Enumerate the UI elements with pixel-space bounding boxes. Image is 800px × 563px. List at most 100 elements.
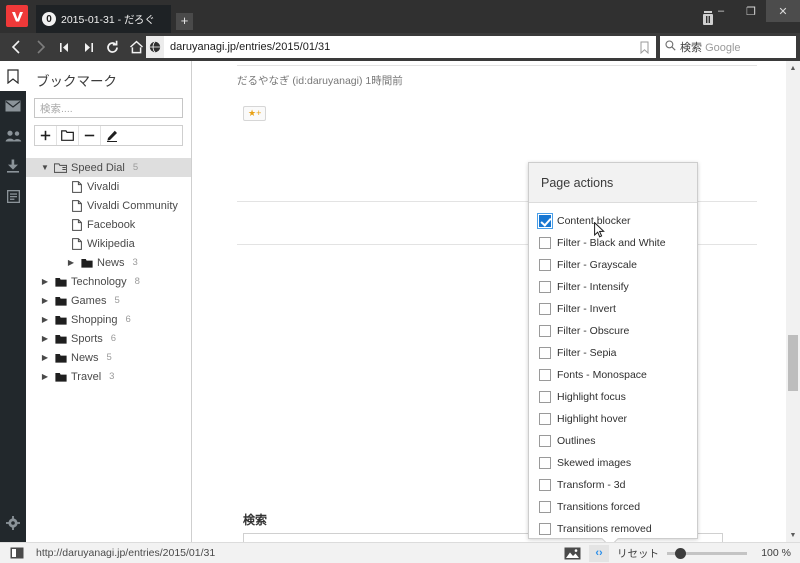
page-action-item[interactable]: Content blocker xyxy=(529,210,697,232)
checkbox[interactable] xyxy=(539,413,551,425)
minimize-button[interactable]: – xyxy=(706,0,736,22)
bookmark-label: Vivaldi xyxy=(87,180,120,193)
zoom-slider-thumb[interactable] xyxy=(675,547,686,559)
maximize-button[interactable]: ❐ xyxy=(736,0,766,22)
page-action-item[interactable]: Skewed images xyxy=(529,452,697,474)
downloads-panel-icon[interactable] xyxy=(0,151,26,181)
zoom-reset-button[interactable]: リセット xyxy=(617,546,659,561)
fastforward-button[interactable] xyxy=(76,33,100,61)
forward-button[interactable] xyxy=(28,33,52,61)
checkbox[interactable] xyxy=(539,479,551,491)
bookmark-count: 5 xyxy=(114,295,120,306)
page-action-item[interactable]: Fonts - Monospace xyxy=(529,364,697,386)
bookmark-folder[interactable]: ▶ Shopping 6 xyxy=(26,310,191,329)
back-button[interactable] xyxy=(4,33,28,61)
add-bookmark-button[interactable] xyxy=(35,126,57,145)
edit-bookmark-button[interactable] xyxy=(101,126,123,145)
bookmark-item[interactable]: Vivaldi Community xyxy=(26,196,191,215)
image-toggle-icon[interactable] xyxy=(564,546,581,560)
scroll-up-icon[interactable]: ▲ xyxy=(786,61,800,75)
page-action-item[interactable]: Filter - Intensify xyxy=(529,276,697,298)
vivaldi-browser-window: 0 2015-01-31 - だろぐ + – ❐ ✕ daruyanagi.jp… xyxy=(0,0,800,563)
page-action-item[interactable]: Filter - Obscure xyxy=(529,320,697,342)
chevron-right-icon[interactable]: ▶ xyxy=(66,258,76,267)
notes-panel-icon[interactable] xyxy=(0,181,26,211)
close-button[interactable]: ✕ xyxy=(766,0,800,22)
remove-bookmark-button[interactable] xyxy=(79,126,101,145)
chevron-right-icon[interactable]: ▶ xyxy=(40,353,50,362)
bookmark-folder[interactable]: ▶ News 3 xyxy=(26,253,191,272)
chevron-down-icon[interactable]: ▼ xyxy=(40,163,50,172)
checkbox[interactable] xyxy=(537,213,553,229)
scroll-down-icon[interactable]: ▼ xyxy=(786,528,800,542)
bookmark-toolbar xyxy=(34,125,183,146)
page-action-item[interactable]: Transitions forced xyxy=(529,496,697,518)
page-action-item[interactable]: Highlight hover xyxy=(529,408,697,430)
bookmark-folder[interactable]: ▶ Sports 6 xyxy=(26,329,191,348)
checkbox[interactable] xyxy=(539,325,551,337)
bookmark-item[interactable]: Wikipedia xyxy=(26,234,191,253)
chevron-right-icon[interactable]: ▶ xyxy=(40,296,50,305)
chevron-right-icon[interactable]: ▶ xyxy=(40,372,50,381)
reload-button[interactable] xyxy=(100,33,124,61)
bookmark-folder[interactable]: ▶ Technology 8 xyxy=(26,272,191,291)
star-button[interactable]: ★+ xyxy=(243,106,267,121)
checkbox[interactable] xyxy=(539,303,551,315)
page-action-item[interactable]: Outlines xyxy=(529,430,697,452)
home-button[interactable] xyxy=(124,33,148,61)
vertical-scrollbar[interactable]: ▲ ▼ xyxy=(786,61,800,542)
status-bar: http://daruyanagi.jp/entries/2015/01/31 … xyxy=(0,542,800,563)
window-controls: – ❐ ✕ xyxy=(706,0,800,22)
page-actions-button[interactable]: ‹› xyxy=(589,544,609,562)
checkbox[interactable] xyxy=(539,259,551,271)
checkbox[interactable] xyxy=(539,369,551,381)
page-action-item[interactable]: Filter - Black and White xyxy=(529,232,697,254)
search-bar[interactable]: 検索 Google xyxy=(660,36,796,58)
checkbox[interactable] xyxy=(539,435,551,447)
bookmark-search-input[interactable]: 検索.... xyxy=(34,98,183,118)
bookmark-folder[interactable]: ▼ Speed Dial 5 xyxy=(26,158,191,177)
panel-toggle-icon[interactable] xyxy=(10,547,24,559)
checkbox[interactable] xyxy=(539,391,551,403)
bookmark-count: 6 xyxy=(110,333,117,344)
page-action-item[interactable]: Filter - Sepia xyxy=(529,342,697,364)
page-action-label: Filter - Obscure xyxy=(557,325,630,337)
zoom-slider[interactable] xyxy=(667,547,747,559)
page-action-item[interactable]: Filter - Grayscale xyxy=(529,254,697,276)
page-action-item[interactable]: Transform - 3d xyxy=(529,474,697,496)
scrollbar-thumb[interactable] xyxy=(788,335,798,391)
new-folder-button[interactable] xyxy=(57,126,79,145)
bookmark-item[interactable]: Vivaldi xyxy=(26,177,191,196)
chevron-right-icon[interactable]: ▶ xyxy=(40,315,50,324)
folder-icon xyxy=(54,353,67,363)
checkbox[interactable] xyxy=(539,347,551,359)
mail-panel-icon[interactable] xyxy=(0,91,26,121)
page-action-item[interactable]: Filter - Invert xyxy=(529,298,697,320)
vivaldi-logo[interactable] xyxy=(6,5,28,27)
checkbox[interactable] xyxy=(539,237,551,249)
gear-icon[interactable] xyxy=(0,510,26,536)
bookmark-item[interactable]: Facebook xyxy=(26,215,191,234)
chevron-right-icon[interactable]: ▶ xyxy=(40,334,50,343)
address-bar[interactable]: daruyanagi.jp/entries/2015/01/31 xyxy=(146,36,656,58)
page-action-item[interactable]: Highlight focus xyxy=(529,386,697,408)
checkbox[interactable] xyxy=(539,281,551,293)
contacts-panel-icon[interactable] xyxy=(0,121,26,151)
chevron-right-icon[interactable]: ▶ xyxy=(40,277,50,286)
bookmarks-panel-icon[interactable] xyxy=(0,61,26,91)
new-tab-button[interactable]: + xyxy=(176,13,193,30)
bookmark-folder[interactable]: ▶ Travel 3 xyxy=(26,367,191,386)
page-action-item[interactable]: Transitions removed xyxy=(529,518,697,540)
bookmark-count: 3 xyxy=(109,371,115,382)
content-divider-top xyxy=(237,65,757,66)
bookmark-folder[interactable]: ▶ Games 5 xyxy=(26,291,191,310)
bookmark-page-icon[interactable] xyxy=(636,41,652,54)
search-placeholder: 検索 Google xyxy=(680,42,741,54)
bookmark-folder[interactable]: ▶ News 5 xyxy=(26,348,191,367)
checkbox[interactable] xyxy=(539,523,551,535)
tab-title: 2015-01-31 - だろぐ xyxy=(61,13,155,26)
rewind-button[interactable] xyxy=(52,33,76,61)
checkbox[interactable] xyxy=(539,457,551,469)
browser-tab[interactable]: 0 2015-01-31 - だろぐ xyxy=(36,5,171,33)
checkbox[interactable] xyxy=(539,501,551,513)
